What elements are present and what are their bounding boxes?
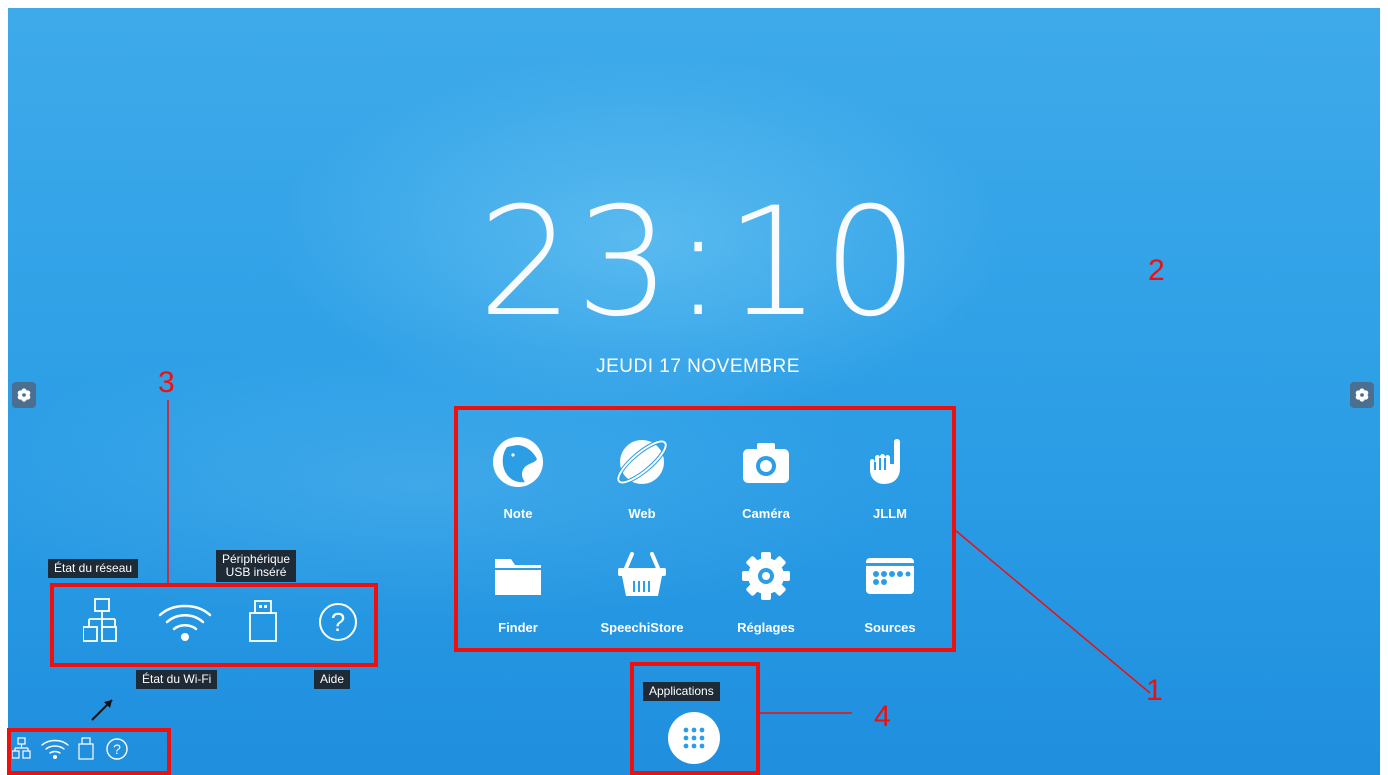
annotation-number-2: 2 — [1148, 254, 1165, 287]
annotation-number-4: 4 — [874, 700, 891, 733]
annotation-number-3: 3 — [158, 366, 175, 399]
annotation-number-1: 1 — [1146, 674, 1163, 707]
annotation-lines — [167, 400, 1151, 714]
